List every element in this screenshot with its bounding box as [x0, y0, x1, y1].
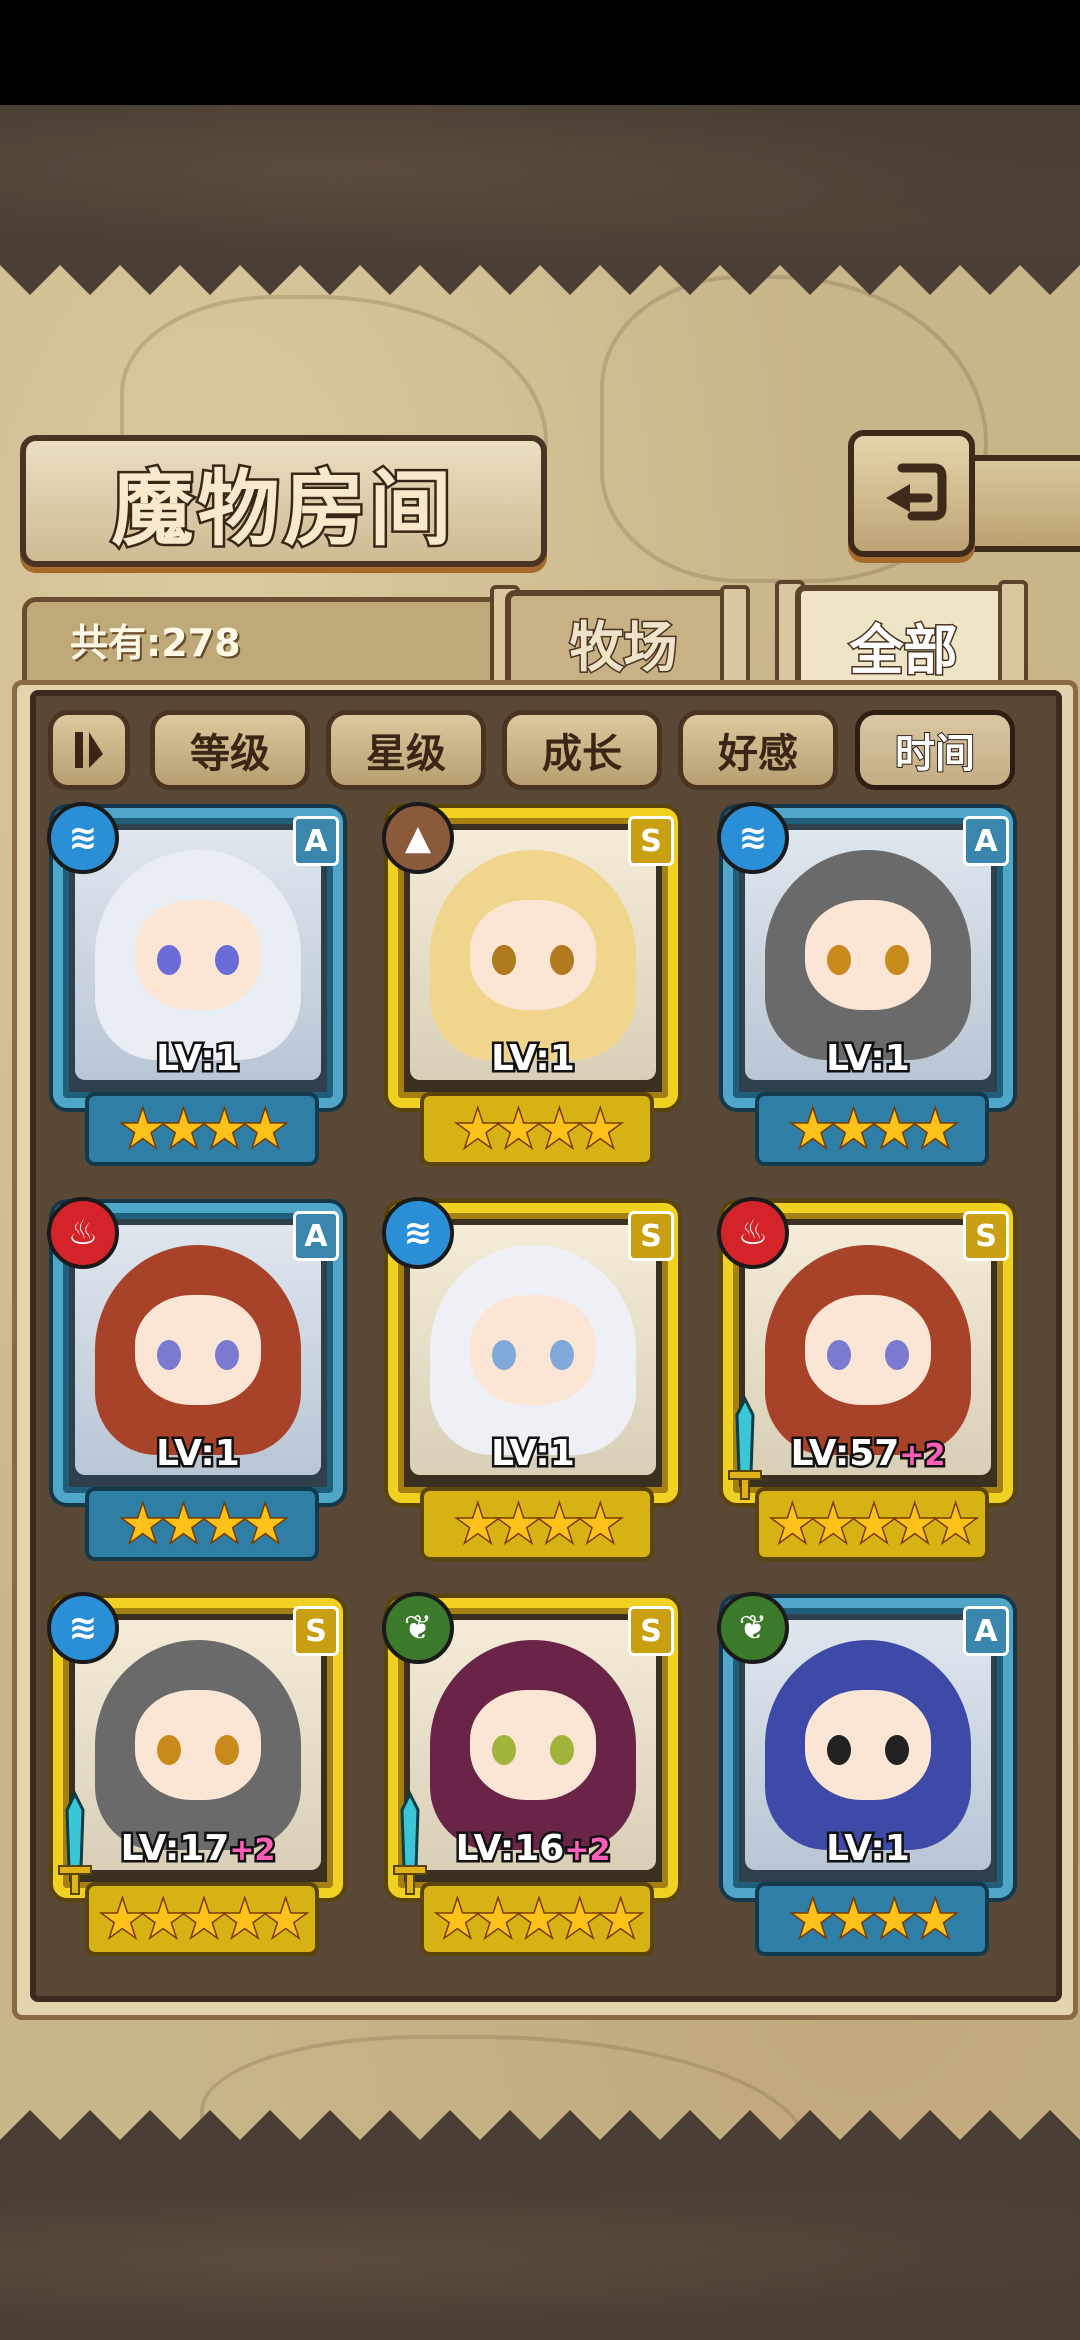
leaf-icon: ❦: [717, 1592, 789, 1664]
map-background-bottom: [0, 2180, 1080, 2340]
sort-order-toggle[interactable]: [48, 710, 130, 790]
rank-badge: A: [293, 1211, 339, 1261]
star-rating: ★★★★★: [85, 1882, 319, 1956]
zigzag-edge-top: [0, 255, 1080, 295]
rank-badge: S: [628, 816, 674, 866]
level-text: LV:57: [788, 1431, 902, 1477]
sort-level-button[interactable]: 等级: [150, 710, 310, 790]
monster-level: LV:1: [45, 1431, 351, 1477]
sort-direction-icon: [75, 732, 103, 768]
monster-level: LV:17+2: [45, 1826, 351, 1872]
level-text: LV:1: [824, 1826, 913, 1872]
monster-level: LV:1: [380, 1036, 686, 1082]
level-bonus: +2: [562, 1831, 613, 1871]
title-plate: 魔物房间: [20, 435, 547, 567]
star-rating: ★★★★★: [755, 1487, 989, 1561]
water-icon: ≋: [717, 802, 789, 874]
back-button-rail: [960, 455, 1080, 552]
star-rating: ★★★★: [420, 1487, 654, 1561]
star-rating: ★★★★★: [420, 1882, 654, 1956]
level-text: LV:1: [154, 1431, 243, 1477]
water-icon: ≋: [382, 1197, 454, 1269]
rank-badge: S: [628, 1211, 674, 1261]
tab-ranch-label: 牧场: [568, 614, 679, 680]
star-rating: ★★★★: [755, 1882, 989, 1956]
status-bar: [0, 0, 1080, 105]
rank-badge: A: [963, 1606, 1009, 1656]
sort-affection-button[interactable]: 好感: [678, 710, 838, 790]
stars: ★★★★: [119, 1494, 289, 1555]
return-icon: [885, 463, 946, 520]
level-text: LV:1: [154, 1036, 243, 1082]
star-rating: ★★★★: [755, 1092, 989, 1166]
zigzag-edge-bottom: [0, 2110, 1080, 2180]
flame-icon: ♨: [717, 1197, 789, 1269]
level-text: LV:1: [489, 1036, 578, 1082]
monster-level: LV:57+2: [715, 1431, 1021, 1477]
monster-level: LV:1: [45, 1036, 351, 1082]
map-background-top: [0, 105, 1080, 265]
flame-icon: ♨: [47, 1197, 119, 1269]
monster-level: LV:1: [715, 1826, 1021, 1872]
star-rating: ★★★★: [85, 1092, 319, 1166]
stars: ★★★★: [454, 1494, 624, 1555]
water-icon: ≋: [47, 1592, 119, 1664]
monster-card[interactable]: ≋ S LV:17+2 ★★★★★: [45, 1590, 351, 1956]
rank-badge: A: [963, 816, 1009, 866]
stars: ★★★★★: [768, 1494, 979, 1555]
monster-card[interactable]: ≋ A LV:1 ★★★★: [45, 800, 351, 1166]
monster-card[interactable]: ♨ S LV:57+2 ★★★★★: [715, 1195, 1021, 1561]
level-text: LV:17: [118, 1826, 232, 1872]
level-bonus: +2: [227, 1831, 278, 1871]
monster-card[interactable]: ❦ S LV:16+2 ★★★★★: [380, 1590, 686, 1956]
rank-badge: A: [293, 816, 339, 866]
rank-badge: S: [628, 1606, 674, 1656]
monster-card[interactable]: ♨ A LV:1 ★★★★: [45, 1195, 351, 1561]
tab-ranch[interactable]: 牧场: [505, 590, 742, 688]
monster-card[interactable]: ❦ A LV:1 ★★★★: [715, 1590, 1021, 1956]
monster-level: LV:16+2: [380, 1826, 686, 1872]
stars: ★★★★: [789, 1099, 959, 1160]
monster-card[interactable]: ≋ A LV:1 ★★★★: [715, 800, 1021, 1166]
mountain-icon: ▲: [382, 802, 454, 874]
stars: ★★★★: [789, 1889, 959, 1950]
stars: ★★★★: [119, 1099, 289, 1160]
level-bonus: +2: [897, 1436, 948, 1476]
stars: ★★★★★: [433, 1889, 644, 1950]
sort-stars-button[interactable]: 星级: [326, 710, 486, 790]
star-rating: ★★★★: [420, 1092, 654, 1166]
stars: ★★★★: [454, 1099, 624, 1160]
stars: ★★★★★: [98, 1889, 309, 1950]
monster-card[interactable]: ≋ S LV:1 ★★★★: [380, 1195, 686, 1561]
sort-time-button[interactable]: 时间: [855, 710, 1015, 790]
monster-level: LV:1: [380, 1431, 686, 1477]
monster-card[interactable]: ▲ S LV:1 ★★★★: [380, 800, 686, 1166]
tab-post: [720, 585, 750, 693]
level-text: LV:1: [489, 1431, 578, 1477]
level-text: LV:1: [824, 1036, 913, 1082]
monster-count: 共有:278: [70, 621, 241, 665]
rank-badge: S: [963, 1211, 1009, 1261]
star-rating: ★★★★: [85, 1487, 319, 1561]
leaf-icon: ❦: [382, 1592, 454, 1664]
water-icon: ≋: [47, 802, 119, 874]
tab-all-label: 全部: [848, 617, 959, 683]
back-button[interactable]: [848, 430, 975, 557]
level-text: LV:16: [453, 1826, 567, 1872]
rank-badge: S: [293, 1606, 339, 1656]
monster-level: LV:1: [715, 1036, 1021, 1082]
sort-growth-button[interactable]: 成长: [502, 710, 662, 790]
page-title: 魔物房间: [109, 458, 456, 559]
